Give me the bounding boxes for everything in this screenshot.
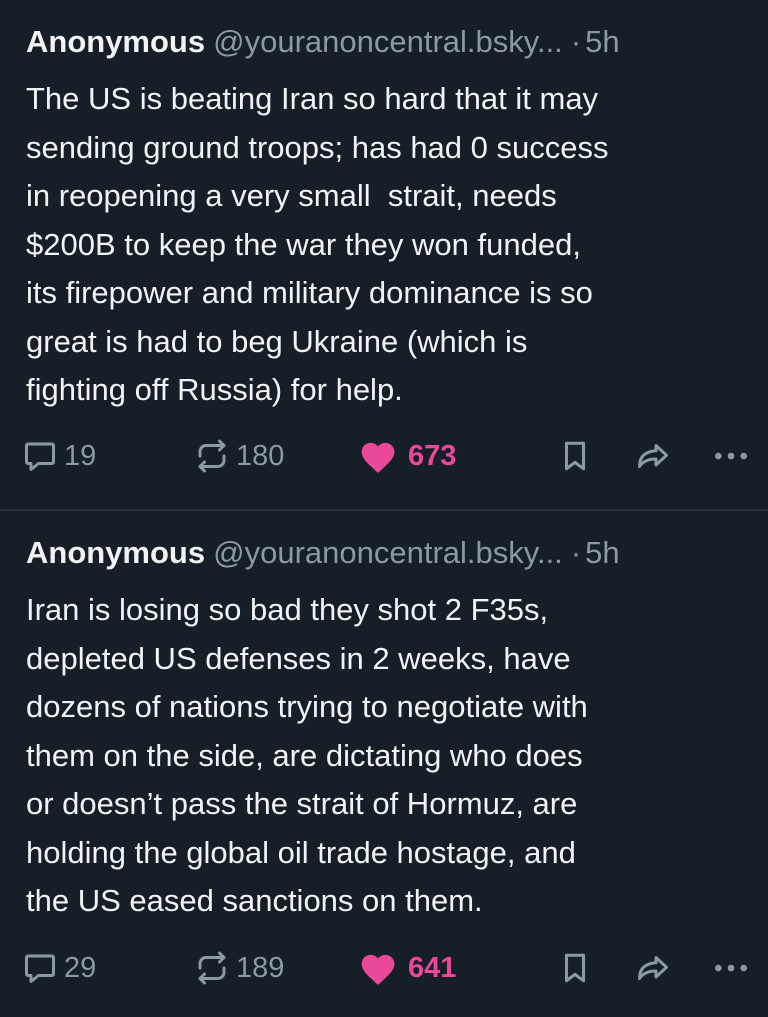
heart-icon [361,442,395,473]
repost-count: 180 [236,439,285,472]
repost-icon [198,439,226,473]
post-text-line: dozens of nations trying to negotiate wi… [26,689,588,724]
post-text-line: the US eased sanctions on them. [26,883,483,918]
post-text-line: them on the side, are dictating who does [26,737,583,773]
reply-icon [25,954,55,983]
like-count: 641 [408,951,457,984]
post-feed: Anonymous @youranoncentral.bsky... · 5h The… [0,0,768,1017]
post-actions: 29 189 641 [22,943,748,993]
bookmark-button[interactable] [558,431,592,481]
post-text-line: great is had to beg Ukraine (which is [26,323,528,359]
separator-dot: · [570,24,582,59]
repost-count: 189 [236,951,285,984]
like-button[interactable]: 673 [358,431,456,481]
post[interactable]: Anonymous @youranoncentral.bsky... · 5h Ira… [0,511,768,1017]
post-text-line: its firepower and military dominance is … [26,275,593,310]
post[interactable]: Anonymous @youranoncentral.bsky... · 5h The… [0,0,768,510]
repost-button[interactable]: 180 [194,431,284,481]
post-text-line: $200B to keep the war they won funded, [26,226,581,262]
more-icon [715,452,747,460]
heart-icon [361,954,395,985]
bookmark-icon [564,441,586,471]
author-handle[interactable]: @youranoncentral.bsky... [213,24,563,59]
reply-icon [25,442,55,471]
post-header: Anonymous @youranoncentral.bsky... · 5h [26,535,760,571]
repost-icon [198,951,226,985]
author-name[interactable]: Anonymous [26,535,205,570]
like-count: 673 [408,439,457,472]
post-time[interactable]: 5h [585,24,619,59]
post-actions: 19 180 673 [22,431,748,481]
share-button[interactable] [634,943,672,993]
author-name[interactable]: Anonymous [26,24,205,59]
reply-button[interactable]: 29 [22,943,96,993]
reply-button[interactable]: 19 [22,431,96,481]
more-icon [715,964,747,972]
post-text-line: depleted US defenses in 2 weeks, have [26,640,571,676]
post-header: Anonymous @youranoncentral.bsky... · 5h [26,24,760,60]
post-text-line: or doesn’t pass the strait of Hormuz, ar… [26,786,578,821]
share-icon [638,956,668,980]
post-text-line: holding the global oil trade hostage, an… [26,834,576,870]
author-handle[interactable]: @youranoncentral.bsky... [213,535,563,570]
like-button[interactable]: 641 [358,943,456,993]
post-text-line: Iran is losing so bad they shot 2 F35s, [26,592,549,627]
more-options-button[interactable] [712,431,750,481]
post-text: The US is beating Iran so hard that it m… [26,75,756,415]
post-time[interactable]: 5h [585,535,619,570]
bookmark-icon [564,953,586,983]
post-text-line: fighting off Russia) for help. [26,372,403,407]
share-button[interactable] [634,431,672,481]
more-options-button[interactable] [712,943,750,993]
post-text-line: sending ground troops; has had 0 success [26,129,609,165]
repost-button[interactable]: 189 [194,943,284,993]
post-text: Iran is losing so bad they shot 2 F35s, d… [26,586,756,926]
post-text-line: The US is beating Iran so hard that it m… [26,81,599,116]
share-icon [638,444,668,468]
bookmark-button[interactable] [558,943,592,993]
reply-count: 29 [64,951,97,984]
separator-dot: · [570,535,582,570]
reply-count: 19 [64,439,97,472]
post-text-line: in reopening a very small strait, needs [26,178,557,213]
